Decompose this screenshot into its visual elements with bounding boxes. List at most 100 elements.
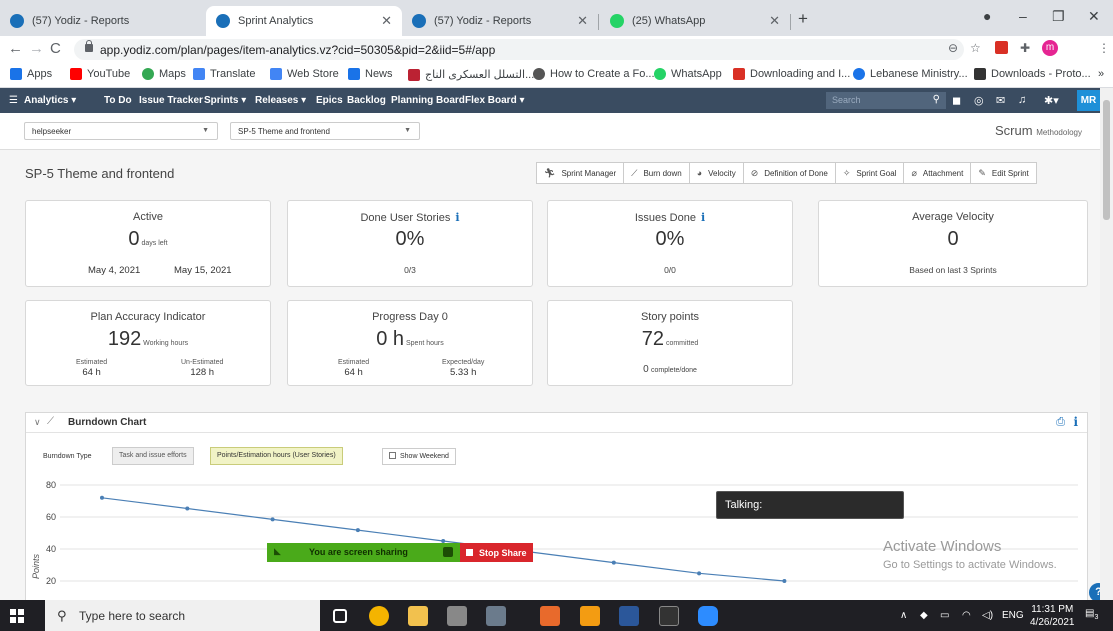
nav-epics[interactable]: Epics [316,95,343,106]
browser-menu-icon[interactable]: ⋮ [1098,41,1110,55]
bookmark-whatsapp[interactable]: WhatsApp [654,68,722,80]
points-estimation-option[interactable]: Points/Estimation hours (User Stories) [210,447,343,465]
sharing-status[interactable]: ◣ You are screen sharing [267,543,460,562]
nav-flex-board[interactable]: Flex Board ▾ [465,95,524,106]
file-explorer-icon[interactable] [408,606,428,626]
bookmark-news[interactable]: News [348,68,393,80]
hamburger-menu-icon[interactable]: ☰ [9,95,18,106]
word-icon[interactable] [619,606,639,626]
url-field[interactable]: app.yodiz.com/plan/pages/item-analytics.… [74,39,964,60]
bookmark-arabic[interactable]: التسلل العسكرى الناج... [408,68,534,81]
sublime-text-icon[interactable] [580,606,600,626]
nav-backlog[interactable]: Backlog [347,95,386,106]
volume-icon[interactable]: ◁) [982,610,993,621]
language-indicator[interactable]: ENG [1002,610,1024,621]
bookmark-apps[interactable]: Apps [10,68,52,80]
bookmark-maps[interactable]: Maps [142,68,186,80]
tab-search-icon[interactable]: ● [983,8,991,24]
restore-icon[interactable]: ❐ [1052,8,1065,25]
data-point[interactable] [185,506,190,511]
nav-todo[interactable]: To Do [104,95,132,106]
bookmark-downloading[interactable]: Downloading and I... [733,68,850,80]
chevron-down-icon[interactable]: ∨ [34,417,41,428]
show-weekend-checkbox[interactable]: Show Weekend [382,448,456,465]
browser-tab-yodiz-reports-2[interactable]: (57) Yodiz - Reports ✕ [402,6,598,36]
mail-icon[interactable]: ✉ [996,94,1005,107]
stop-share-button[interactable]: Stop Share [460,543,533,562]
attachment-button[interactable]: ⌀ Attachment [904,162,972,184]
bookmark-youtube[interactable]: YouTube [70,68,130,80]
pdf-extension-icon[interactable] [995,41,1008,54]
data-point[interactable] [355,528,360,533]
notifications-icon[interactable]: ▤3 [1085,608,1098,621]
terminal-icon[interactable] [659,606,679,626]
settings-icon[interactable] [447,606,467,626]
data-point[interactable] [270,517,275,522]
definition-of-done-button[interactable]: ⊘ Definition of Done [743,162,836,184]
chrome-icon[interactable] [369,606,389,626]
tray-expand-icon[interactable]: ∧ [900,610,907,621]
timer-icon[interactable]: ◼ [952,94,961,107]
new-tab-button[interactable]: + [798,9,808,29]
data-point[interactable] [697,571,702,576]
info-icon[interactable]: i [1073,415,1078,429]
task-issue-efforts-option[interactable]: Task and issue efforts [112,447,194,465]
browser-tab-sprint-analytics[interactable]: Sprint Analytics ✕ [206,6,402,36]
star-bookmark-icon[interactable]: ☆ [970,41,981,55]
page-scrollbar[interactable] [1100,88,1113,600]
bookmark-how-to-create[interactable]: How to Create a Fo... [533,68,655,80]
project-select[interactable]: helpseeker ▼ [24,122,218,140]
close-tab-icon[interactable]: ✕ [577,13,588,29]
info-icon[interactable]: i [455,211,459,224]
app-icon[interactable] [486,606,506,626]
extensions-puzzle-icon[interactable]: ✚ [1020,41,1030,55]
bookmark-translate[interactable]: Translate [193,68,255,80]
minimize-icon[interactable]: – [1019,8,1027,24]
battery-icon[interactable]: ▭ [940,610,949,621]
data-point[interactable] [611,560,616,565]
task-view-icon[interactable] [333,609,347,623]
windows-start-icon[interactable] [10,609,24,623]
nav-issue-tracker[interactable]: Issue Tracker [139,95,203,106]
app-icon[interactable] [540,606,560,626]
scrollbar-thumb[interactable] [1103,100,1110,220]
close-tab-icon[interactable]: ✕ [769,13,780,29]
zoom-icon[interactable]: ⊖ [948,41,958,55]
gear-icon[interactable]: ✱▾ [1044,94,1059,107]
profile-avatar[interactable]: m [1042,40,1058,56]
taskbar-clock[interactable]: 11:31 PM 4/26/2021 [1030,603,1075,629]
network-icon[interactable]: ◆ [920,610,928,621]
browser-tab-yodiz-reports-1[interactable]: (57) Yodiz - Reports ✕ [0,6,232,36]
app-search-input[interactable]: Search ⚲ [826,92,946,109]
browser-tab-whatsapp[interactable]: (25) WhatsApp ✕ [600,6,790,36]
burndown-header[interactable]: ∨ ⟋ Burndown Chart ⎙ i [26,413,1087,433]
nav-analytics[interactable]: Analytics ▾ [24,95,76,106]
more-bookmarks-icon[interactable]: » [1098,68,1104,80]
search-icon[interactable]: ⚲ [933,94,940,105]
burn-down-button[interactable]: ⟋ Burn down [624,162,690,184]
forward-icon[interactable]: → [29,40,44,57]
help-circle-icon[interactable]: ◎ [974,94,984,107]
zoom-app-icon[interactable] [698,606,718,626]
bookmark-downloads-proto[interactable]: Downloads - Proto... [974,68,1091,80]
data-point[interactable] [782,579,787,583]
bookmark-web-store[interactable]: Web Store [270,68,339,80]
wifi-icon[interactable]: ◠ [962,610,971,621]
close-tab-icon[interactable]: ✕ [381,13,392,29]
nav-releases[interactable]: Releases ▾ [255,95,306,106]
close-window-icon[interactable]: ✕ [1088,8,1100,25]
user-avatar[interactable]: MR [1077,90,1100,111]
velocity-button[interactable]: ◕ Velocity [689,162,744,184]
info-icon[interactable]: i [701,211,705,224]
reload-icon[interactable]: C [50,40,61,57]
bell-icon[interactable]: ♫ [1018,94,1026,106]
back-icon[interactable]: ← [8,40,23,57]
nav-sprints[interactable]: Sprints ▾ [204,95,246,106]
sprint-goal-button[interactable]: ✧ Sprint Goal [835,162,905,184]
nav-planning-board[interactable]: Planning Board [391,95,465,106]
bookmark-lebanese-ministry[interactable]: Lebanese Ministry... [853,68,968,80]
edit-sprint-button[interactable]: ✎ Edit Sprint [971,162,1037,184]
data-point[interactable] [100,495,104,500]
print-icon[interactable]: ⎙ [1056,416,1065,429]
sprint-select[interactable]: SP-5 Theme and frontend ▼ [230,122,420,140]
